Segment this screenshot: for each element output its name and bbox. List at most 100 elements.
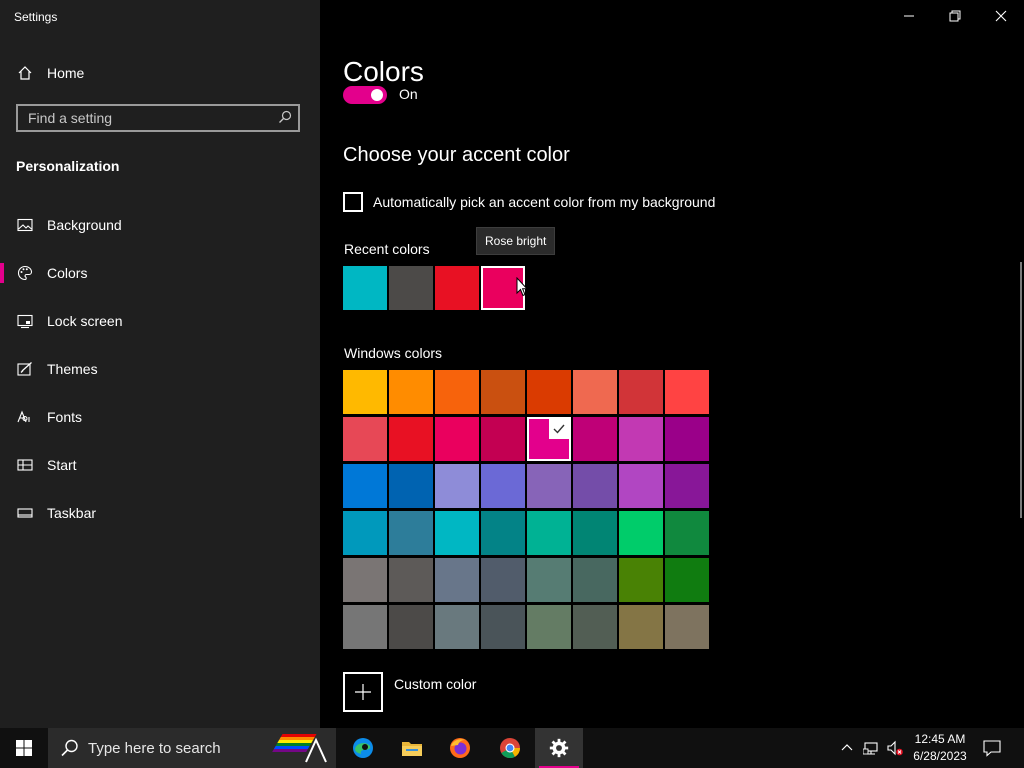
sidebar-item-background[interactable]: Background — [0, 205, 320, 245]
sidebar-item-themes[interactable]: Themes — [0, 349, 320, 389]
color-swatch[interactable] — [619, 370, 663, 414]
sidebar-item-label: Taskbar — [47, 505, 97, 521]
color-swatch[interactable] — [435, 605, 479, 649]
color-swatch[interactable] — [573, 417, 617, 461]
sidebar-item-taskbar[interactable]: Taskbar — [0, 493, 320, 533]
close-button[interactable] — [978, 0, 1024, 32]
find-setting-input[interactable] — [18, 106, 278, 130]
recent-color-swatch[interactable] — [389, 266, 433, 310]
volume-muted-icon — [887, 740, 903, 756]
recent-colors — [343, 266, 527, 310]
color-swatch[interactable] — [619, 511, 663, 555]
scrollbar[interactable] — [1020, 262, 1022, 518]
color-swatch[interactable] — [665, 417, 709, 461]
windows-colors-label: Windows colors — [344, 345, 443, 361]
color-swatch[interactable] — [435, 417, 479, 461]
color-swatch[interactable] — [665, 605, 709, 649]
color-swatch[interactable] — [527, 464, 571, 508]
color-swatch[interactable] — [389, 605, 433, 649]
color-swatch[interactable] — [389, 464, 433, 508]
show-hidden-icons-button[interactable] — [836, 728, 858, 768]
color-swatch[interactable] — [343, 558, 387, 602]
color-swatch[interactable] — [481, 511, 525, 555]
color-swatch[interactable] — [435, 370, 479, 414]
color-swatch[interactable] — [619, 605, 663, 649]
color-swatch[interactable] — [619, 558, 663, 602]
color-swatch[interactable] — [527, 370, 571, 414]
settings-app[interactable] — [535, 728, 583, 768]
transparency-toggle[interactable] — [343, 86, 387, 104]
custom-color-button[interactable]: Custom color — [343, 672, 476, 712]
auto-pick-checkbox[interactable] — [343, 192, 363, 212]
color-swatch[interactable] — [573, 558, 617, 602]
settings-icon — [549, 738, 569, 758]
color-swatch[interactable] — [343, 464, 387, 508]
color-swatch[interactable] — [481, 558, 525, 602]
sidebar-item-label: Start — [47, 457, 77, 473]
color-swatch[interactable] — [343, 370, 387, 414]
clock[interactable]: 12:45 AM 6/28/2023 — [904, 731, 976, 765]
color-tooltip: Rose bright — [476, 227, 556, 255]
color-swatch[interactable] — [389, 558, 433, 602]
color-swatch[interactable] — [389, 417, 433, 461]
recent-color-swatch[interactable] — [343, 266, 387, 310]
sidebar-item-colors[interactable]: Colors — [0, 253, 320, 293]
color-swatch[interactable] — [435, 511, 479, 555]
find-setting-search[interactable] — [16, 104, 300, 132]
restore-button[interactable] — [932, 0, 978, 32]
color-swatch[interactable] — [343, 605, 387, 649]
color-swatch[interactable] — [481, 464, 525, 508]
sidebar-item-lock-screen[interactable]: Lock screen — [0, 301, 320, 341]
color-swatch[interactable] — [619, 464, 663, 508]
color-swatch[interactable] — [573, 605, 617, 649]
color-swatch[interactable] — [665, 511, 709, 555]
action-center-button[interactable] — [978, 728, 1006, 768]
start-button[interactable] — [0, 728, 48, 768]
taskbar-search-placeholder: Type here to search — [88, 739, 221, 757]
color-swatch[interactable] — [665, 558, 709, 602]
firefox-icon — [450, 738, 470, 758]
taskbar-search[interactable]: Type here to search — [48, 728, 336, 768]
chevron-up-icon — [841, 744, 853, 751]
firefox-app[interactable] — [436, 728, 484, 768]
color-swatch[interactable] — [619, 417, 663, 461]
chrome-app[interactable] — [486, 728, 534, 768]
taskbar: Type here to search 12:45 AM 6/28/2023 — [0, 728, 1024, 768]
sidebar-item-start[interactable]: Start — [0, 445, 320, 485]
color-swatch-selected[interactable] — [527, 417, 571, 461]
color-swatch[interactable] — [435, 464, 479, 508]
file-explorer-app[interactable] — [388, 728, 436, 768]
minimize-button[interactable] — [886, 0, 932, 32]
color-swatch[interactable] — [573, 464, 617, 508]
recent-color-swatch[interactable] — [435, 266, 479, 310]
nav-home[interactable]: Home — [16, 62, 84, 84]
plus-icon[interactable] — [343, 672, 383, 712]
color-swatch[interactable] — [481, 370, 525, 414]
color-swatch[interactable] — [343, 417, 387, 461]
color-swatch[interactable] — [343, 511, 387, 555]
color-swatch[interactable] — [665, 370, 709, 414]
volume-button[interactable] — [884, 728, 906, 768]
checkmark-icon — [549, 419, 569, 439]
color-swatch[interactable] — [481, 417, 525, 461]
color-swatch[interactable] — [527, 605, 571, 649]
color-swatch[interactable] — [389, 511, 433, 555]
windows-logo-icon — [16, 740, 32, 756]
color-swatch[interactable] — [665, 464, 709, 508]
color-swatch[interactable] — [527, 558, 571, 602]
color-swatch[interactable] — [481, 605, 525, 649]
auto-pick-checkbox-row[interactable]: Automatically pick an accent color from … — [343, 192, 715, 212]
color-swatch[interactable] — [435, 558, 479, 602]
sidebar-item-fonts[interactable]: Fonts — [0, 397, 320, 437]
color-swatch[interactable] — [573, 370, 617, 414]
network-button[interactable] — [860, 728, 882, 768]
color-swatch[interactable] — [389, 370, 433, 414]
home-icon — [16, 64, 34, 82]
color-swatch[interactable] — [527, 511, 571, 555]
color-swatch[interactable] — [573, 511, 617, 555]
taskbar-icon — [16, 504, 34, 522]
lock-screen-icon — [16, 312, 34, 330]
clock-time: 12:45 AM — [914, 732, 966, 746]
search-icon[interactable] — [278, 110, 292, 124]
edge-app[interactable] — [339, 728, 387, 768]
